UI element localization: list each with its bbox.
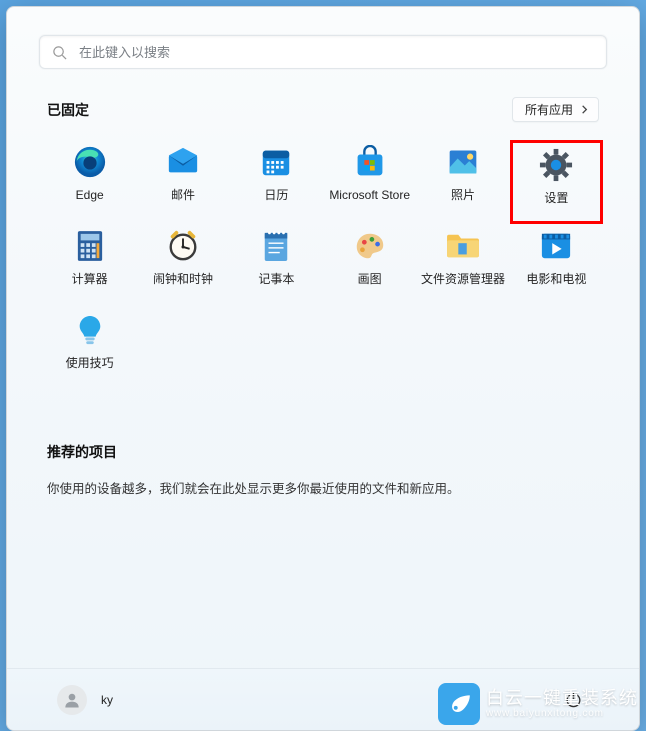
chevron-right-icon: [579, 104, 590, 115]
app-label: Microsoft Store: [329, 188, 410, 202]
all-apps-button[interactable]: 所有应用: [512, 97, 599, 122]
app-tile-explorer[interactable]: 文件资源管理器: [416, 224, 509, 308]
movies-icon: [538, 228, 574, 264]
pinned-apps-grid: Edge 邮件 日历 Microsoft Store 照片: [39, 140, 607, 392]
app-label: 闹钟和时钟: [153, 272, 213, 286]
app-tile-paint[interactable]: 画图: [323, 224, 416, 308]
recommended-title: 推荐的项目: [47, 442, 599, 462]
app-label: 计算器: [72, 272, 108, 286]
app-label: 文件资源管理器: [421, 272, 505, 286]
search-input[interactable]: [79, 45, 594, 60]
edge-icon: [72, 144, 108, 180]
app-tile-edge[interactable]: Edge: [43, 140, 136, 224]
avatar-icon: [57, 685, 87, 715]
start-menu-panel: 已固定 所有应用 Edge 邮件 日历: [6, 6, 640, 731]
pinned-header: 已固定 所有应用: [39, 97, 607, 122]
app-label: 日历: [264, 188, 288, 202]
gear-icon: [538, 147, 574, 183]
app-label: 记事本: [258, 272, 294, 286]
app-tile-store[interactable]: Microsoft Store: [323, 140, 416, 224]
app-tile-tips[interactable]: 使用技巧: [43, 308, 136, 392]
store-icon: [352, 144, 388, 180]
app-label: 设置: [544, 191, 568, 205]
app-label: 电影和电视: [526, 272, 586, 286]
app-tile-movies[interactable]: 电影和电视: [510, 224, 603, 308]
user-name: ky: [101, 693, 113, 707]
app-tile-mail[interactable]: 邮件: [136, 140, 229, 224]
app-tile-alarms[interactable]: 闹钟和时钟: [136, 224, 229, 308]
app-tile-notepad[interactable]: 记事本: [230, 224, 323, 308]
pinned-title: 已固定: [47, 100, 89, 120]
app-tile-calendar[interactable]: 日历: [230, 140, 323, 224]
watermark: 白云一键重装系统 www.baiyunxitong.com: [438, 683, 638, 725]
app-tile-photos[interactable]: 照片: [416, 140, 509, 224]
app-tile-calculator[interactable]: 计算器: [43, 224, 136, 308]
notepad-icon: [258, 228, 294, 264]
photos-icon: [445, 144, 481, 180]
calendar-icon: [258, 144, 294, 180]
watermark-logo-icon: [438, 683, 480, 725]
user-account-button[interactable]: ky: [57, 685, 113, 715]
watermark-brand: 白云一键重装系统: [486, 689, 638, 709]
calculator-icon: [72, 228, 108, 264]
clock-icon: [165, 228, 201, 264]
app-tile-settings[interactable]: 设置: [510, 140, 603, 224]
search-icon: [52, 45, 67, 60]
recommended-description: 你使用的设备越多，我们就会在此处显示更多你最近使用的文件和新应用。: [47, 478, 599, 497]
paint-icon: [352, 228, 388, 264]
app-label: 照片: [451, 188, 475, 202]
folder-icon: [445, 228, 481, 264]
recommended-section: 推荐的项目 你使用的设备越多，我们就会在此处显示更多你最近使用的文件和新应用。: [39, 442, 607, 497]
app-label: 画图: [358, 272, 382, 286]
app-label: 邮件: [171, 188, 195, 202]
mail-icon: [165, 144, 201, 180]
watermark-url: www.baiyunxitong.com: [486, 708, 638, 719]
all-apps-label: 所有应用: [525, 101, 573, 118]
search-box[interactable]: [39, 35, 607, 69]
app-label: Edge: [76, 188, 104, 202]
app-label: 使用技巧: [66, 356, 114, 370]
lightbulb-icon: [72, 312, 108, 348]
